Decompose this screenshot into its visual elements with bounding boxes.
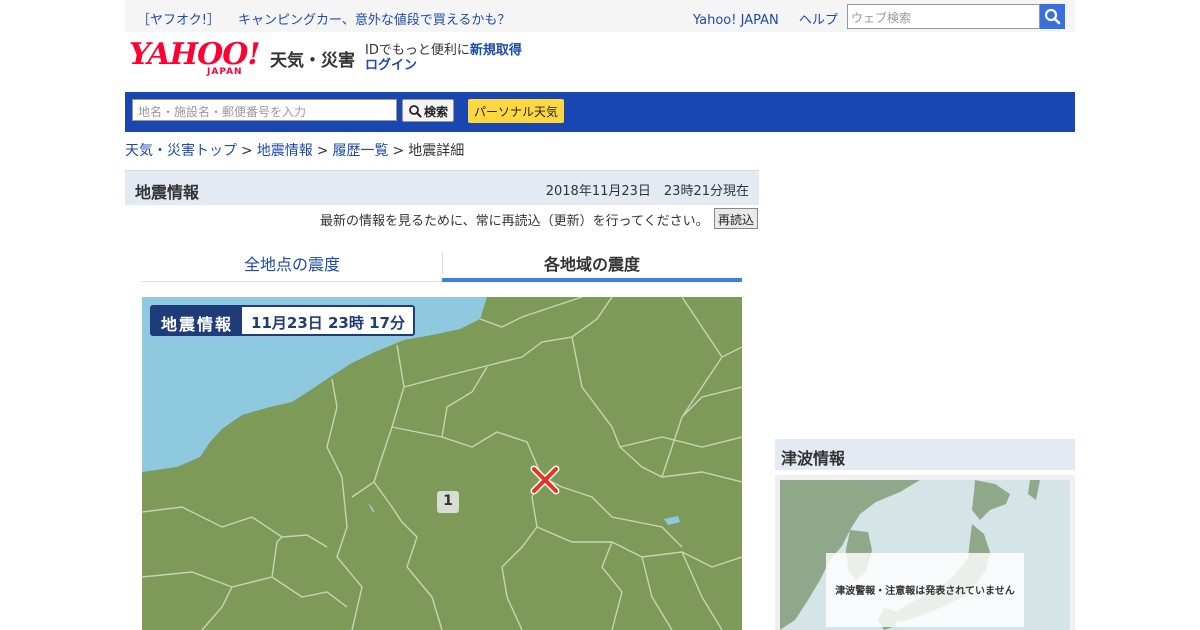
help-link[interactable]: ヘルプ xyxy=(799,13,838,28)
web-search-button[interactable] xyxy=(1040,4,1065,29)
yahoo-japan-link[interactable]: Yahoo! JAPAN xyxy=(693,13,779,28)
utility-bar: ［ヤフオク!］ キャンピングカー、意外な値段で買えるかも？ Yahoo! JAPA… xyxy=(125,0,1075,32)
location-search-button[interactable]: 検索 xyxy=(402,99,454,122)
intensity-marker: 1 xyxy=(437,491,459,513)
reload-note: 最新の情報を見るために、常に再読込（更新）を行ってください。 xyxy=(320,214,709,229)
tsunami-panel[interactable]: 津波警報・注意報は発表されていません xyxy=(775,475,1075,630)
breadcrumb-separator: > xyxy=(392,143,405,159)
breadcrumb-earthquake[interactable]: 地震情報 xyxy=(257,143,313,159)
search-icon xyxy=(409,105,422,118)
logo-wordmark: YAHOO! xyxy=(129,37,261,72)
signup-link[interactable]: 新規取得 xyxy=(470,43,522,58)
tsunami-title: 津波情報 xyxy=(781,449,846,468)
search-button-label: 検索 xyxy=(424,105,449,119)
search-icon xyxy=(1044,8,1061,25)
location-search-input[interactable]: 地名・施設名・郵便番号を入力 xyxy=(132,99,397,121)
earthquake-map[interactable]: 地震情報 11月23日 23時 17分 1 xyxy=(142,297,742,630)
breadcrumb-current: 地震詳細 xyxy=(408,143,465,159)
id-text: IDでもっと便利に xyxy=(365,43,470,58)
yahoo-japan-logo[interactable]: YAHOO! JAPAN xyxy=(129,37,261,78)
breadcrumb-history[interactable]: 履歴一覧 xyxy=(332,143,388,159)
reload-button[interactable]: 再読込 xyxy=(714,208,758,229)
section-title: 地震情報 xyxy=(135,183,200,202)
breadcrumb-separator: > xyxy=(316,143,329,159)
map-graphic xyxy=(142,297,742,630)
login-link[interactable]: ログイン xyxy=(365,58,417,73)
location-search-bar: 地名・施設名・郵便番号を入力 検索 パーソナル天気 xyxy=(125,92,1075,132)
tab-regions[interactable]: 各地域の震度 xyxy=(442,248,742,282)
breadcrumb: 天気・災害トップ > 地震情報 > 履歴一覧 > 地震詳細 xyxy=(125,140,464,160)
utility-links: Yahoo! JAPAN ヘルプ xyxy=(693,9,854,28)
earthquake-section-header: 地震情報 2018年11月23日 23時21分現在 xyxy=(125,170,759,205)
badge-label: 地震情報 xyxy=(152,307,243,334)
breadcrumb-weather-top[interactable]: 天気・災害トップ xyxy=(125,143,237,159)
promo-text[interactable]: キャンピングカー、意外な値段で買えるかも？ xyxy=(238,13,510,28)
service-name[interactable]: 天気・災害 xyxy=(270,46,355,71)
promo-source[interactable]: ［ヤフオク!］ xyxy=(137,13,220,28)
logo-japan: JAPAN xyxy=(207,67,243,77)
id-promo: IDでもっと便利に新規取得 ログイン xyxy=(365,43,522,73)
badge-time: 11月23日 23時 17分 xyxy=(242,307,413,334)
map-info-badge: 地震情報 11月23日 23時 17分 xyxy=(150,305,415,336)
epicenter-x-icon xyxy=(530,465,560,495)
tab-all-points[interactable]: 全地点の震度 xyxy=(142,248,442,282)
tsunami-map[interactable]: 津波警報・注意報は発表されていません xyxy=(780,480,1070,630)
section-date: 2018年11月23日 23時21分現在 xyxy=(545,184,749,199)
promo-link[interactable]: ［ヤフオク!］ キャンピングカー、意外な値段で買えるかも？ xyxy=(137,9,510,28)
web-search-input[interactable]: ウェブ検索 xyxy=(847,4,1040,29)
breadcrumb-separator: > xyxy=(241,143,253,159)
personal-weather-button[interactable]: パーソナル天気 xyxy=(468,99,564,123)
tsunami-message: 津波警報・注意報は発表されていません xyxy=(826,553,1024,627)
tsunami-header: 津波情報 xyxy=(775,439,1075,470)
